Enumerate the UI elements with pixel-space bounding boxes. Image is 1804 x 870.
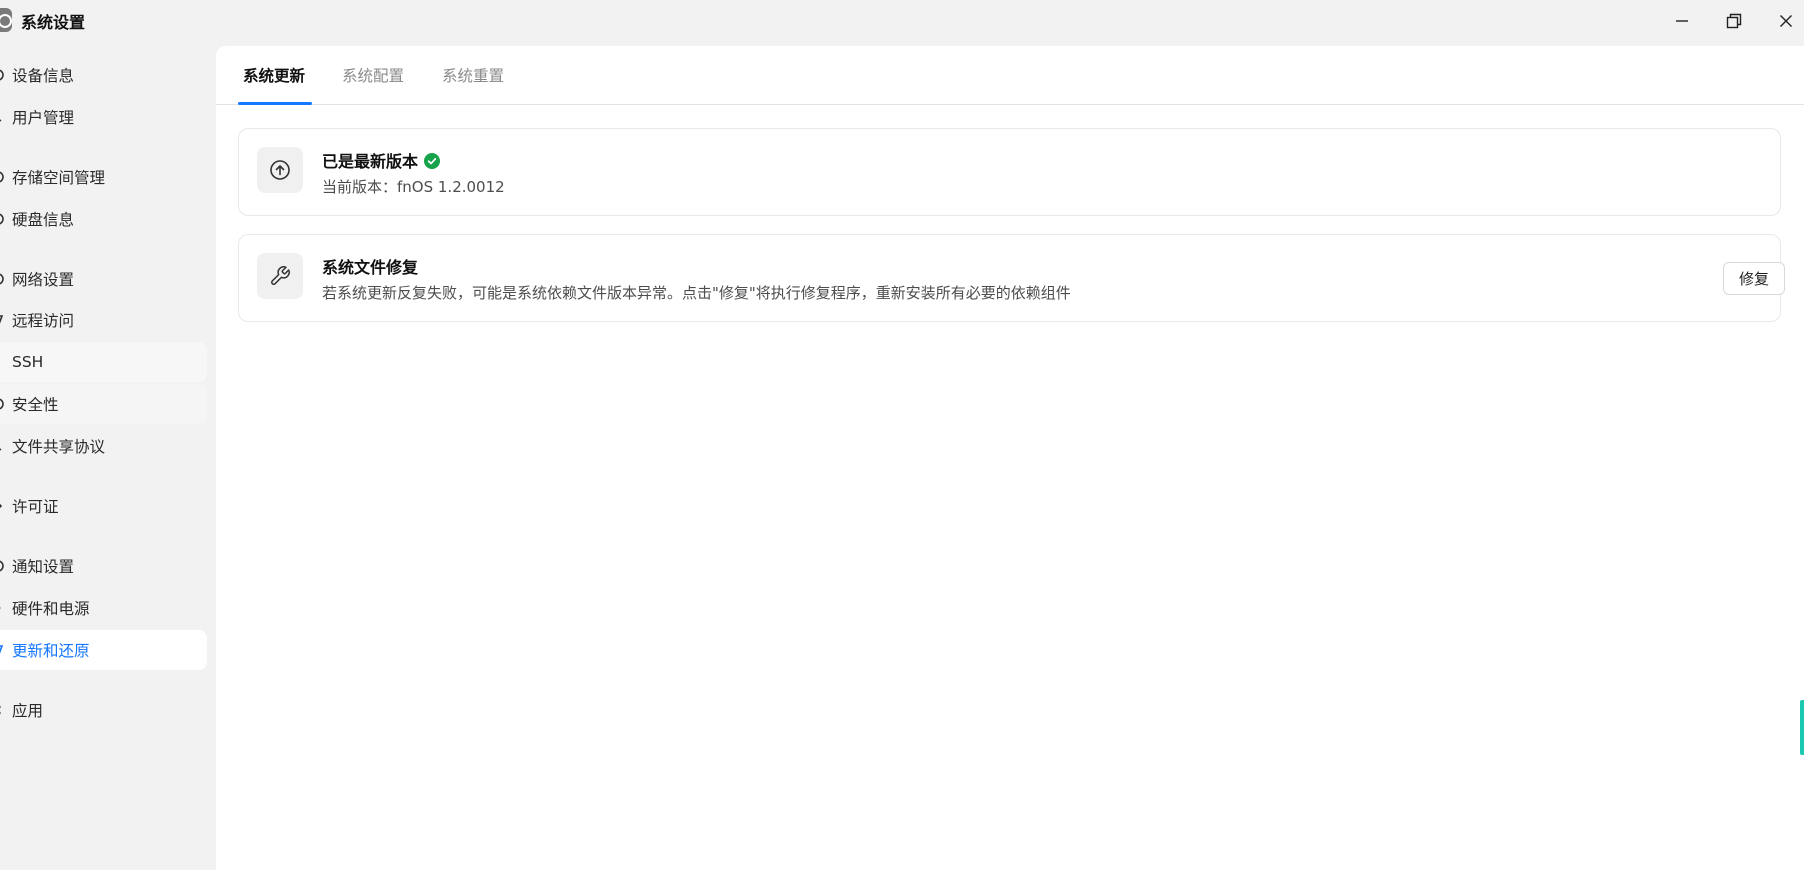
user-icon	[0, 111, 4, 123]
storage-icon	[0, 171, 4, 183]
minimize-icon	[1676, 20, 1688, 22]
sidebar-item-security[interactable]: 安全性	[0, 384, 207, 424]
sidebar-item-label: 应用	[12, 702, 44, 720]
sidebar-item-license[interactable]: 许可证	[0, 486, 207, 526]
close-icon	[1780, 15, 1792, 27]
sidebar-item-hardware-power[interactable]: 硬件和电源	[0, 588, 207, 628]
sidebar-item-label: 文件共享协议	[12, 438, 106, 456]
tab-bar: 系统更新 系统配置 系统重置	[216, 46, 1804, 105]
apps-icon	[0, 704, 4, 716]
main-panel: 系统更新 系统配置 系统重置 已是最新版本 当前版本：fnOS 1.2.0012…	[216, 46, 1804, 870]
sidebar-item-label: SSH	[12, 353, 44, 371]
power-icon	[0, 602, 4, 614]
check-circle-icon	[424, 153, 441, 169]
share-icon	[0, 440, 4, 452]
sidebar-item-label: 设备信息	[12, 67, 75, 85]
sidebar-item-storage[interactable]: 存储空间管理	[0, 157, 207, 197]
wrench-icon	[257, 253, 303, 299]
update-status-title: 已是最新版本	[322, 148, 441, 172]
license-icon	[0, 500, 4, 512]
sidebar-item-apps[interactable]: 应用	[0, 690, 207, 730]
sidebar-item-notifications[interactable]: 通知设置	[0, 546, 207, 586]
remote-icon	[0, 314, 4, 326]
sidebar: 设备信息 用户管理 存储空间管理 硬盘信息 网络设置 远程访问 SSH 安全性 …	[0, 42, 216, 870]
sidebar-item-network[interactable]: 网络设置	[0, 259, 207, 299]
sidebar-item-ssh[interactable]: SSH	[0, 342, 207, 382]
system-repair-card: 系统文件修复 若系统更新反复失败，可能是系统依赖文件版本异常。点击"修复"将执行…	[238, 234, 1785, 322]
network-icon	[0, 273, 4, 285]
sidebar-item-label: 存储空间管理	[12, 169, 106, 187]
minimize-button[interactable]	[1664, 6, 1700, 36]
update-icon	[0, 644, 4, 656]
window-title: 系统设置	[21, 13, 86, 32]
maximize-icon	[1726, 13, 1742, 29]
device-icon	[0, 69, 4, 81]
close-button[interactable]	[1768, 6, 1804, 36]
tab-system-reset[interactable]: 系统重置	[442, 64, 504, 86]
tab-system-update[interactable]: 系统更新	[243, 64, 305, 86]
disk-icon	[0, 213, 4, 225]
maximize-button[interactable]	[1716, 6, 1752, 36]
title-bar: 系统设置	[0, 0, 1804, 42]
active-tab-indicator	[238, 102, 312, 105]
sidebar-item-file-sharing[interactable]: 文件共享协议	[0, 426, 207, 466]
repair-description: 若系统更新反复失败，可能是系统依赖文件版本异常。点击"修复"将执行修复程序，重新…	[322, 284, 1071, 302]
repair-title: 系统文件修复	[322, 258, 419, 277]
bell-icon	[0, 560, 4, 572]
update-status-card: 已是最新版本 当前版本：fnOS 1.2.0012	[238, 128, 1781, 216]
shield-icon	[0, 398, 4, 410]
repair-button[interactable]: 修复	[1723, 262, 1785, 295]
sidebar-item-label: 网络设置	[12, 271, 75, 289]
sidebar-item-label: 用户管理	[12, 109, 75, 127]
edge-handle[interactable]	[1800, 700, 1804, 755]
sidebar-item-device-info[interactable]: 设备信息	[0, 55, 207, 95]
upload-arrow-icon	[257, 147, 303, 193]
settings-app-icon	[0, 8, 12, 32]
sidebar-item-disk-info[interactable]: 硬盘信息	[0, 199, 207, 239]
sidebar-item-label: 硬件和电源	[12, 600, 90, 618]
sidebar-item-label: 许可证	[12, 498, 59, 516]
terminal-icon	[0, 356, 4, 368]
sidebar-item-label: 硬盘信息	[12, 211, 75, 229]
tab-system-config[interactable]: 系统配置	[342, 64, 404, 86]
sidebar-item-label: 安全性	[12, 396, 59, 414]
sidebar-item-remote-access[interactable]: 远程访问	[0, 300, 207, 340]
sidebar-item-label: 通知设置	[12, 558, 75, 576]
sidebar-item-user-management[interactable]: 用户管理	[0, 97, 207, 137]
current-version-text: 当前版本：fnOS 1.2.0012	[322, 178, 505, 196]
sidebar-item-label: 远程访问	[12, 312, 75, 330]
sidebar-item-label: 更新和还原	[12, 642, 90, 660]
sidebar-item-update-restore[interactable]: 更新和还原	[0, 630, 207, 670]
